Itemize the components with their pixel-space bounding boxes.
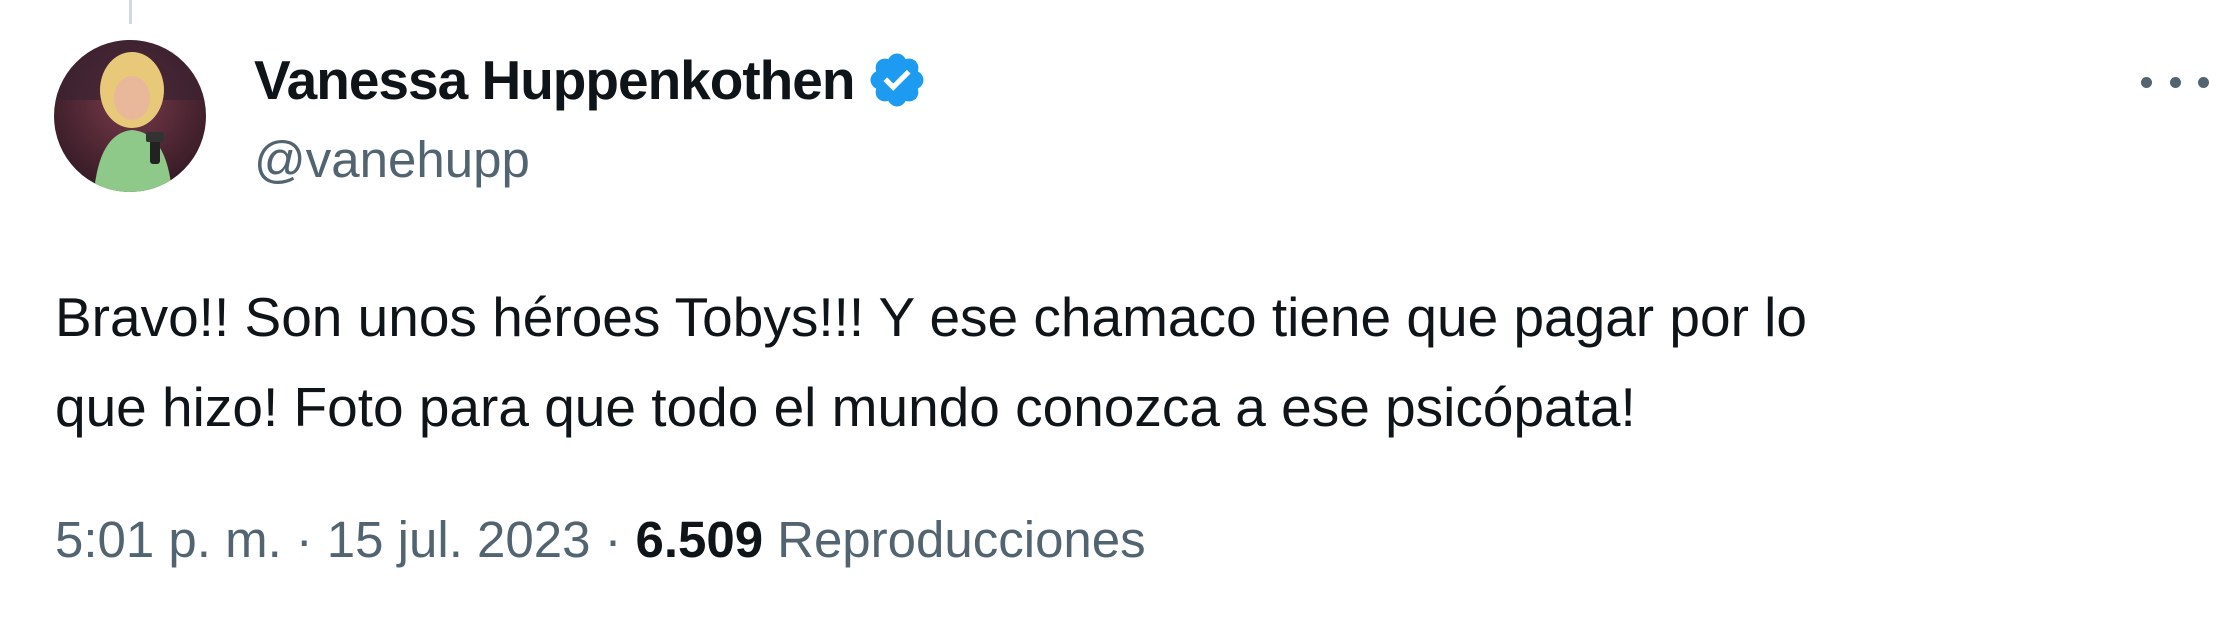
more-dot <box>2141 76 2152 88</box>
meta-separator: · <box>295 511 313 568</box>
views-label: Reproducciones <box>777 511 1146 568</box>
tweet-time[interactable]: 5:01 p. m. <box>55 510 282 569</box>
more-dot <box>2169 76 2181 88</box>
tweet-text: Bravo!! Son unos héroes Tobys!!! Y ese c… <box>55 286 1807 438</box>
tweet-header: Vanessa Huppenkothen @vanehupp <box>254 44 2225 189</box>
tweet-date[interactable]: 15 jul. 2023 <box>327 510 591 569</box>
views-count: 6.509 <box>635 511 764 568</box>
verified-badge-icon <box>866 49 928 111</box>
author-handle[interactable]: @vanehupp <box>254 130 2225 189</box>
more-options-icon[interactable] <box>2141 62 2209 102</box>
avatar[interactable] <box>54 40 206 192</box>
more-dot <box>2198 76 2209 88</box>
thread-connector-line <box>129 0 132 24</box>
avatar-image <box>54 40 206 192</box>
meta-separator: · <box>604 511 622 568</box>
author-name-row: Vanessa Huppenkothen <box>254 44 2225 116</box>
tweet-meta: 5:01 p. m. · 15 jul. 2023 · 6.509 Reprod… <box>55 510 1146 569</box>
author-display-name[interactable]: Vanessa Huppenkothen <box>254 48 855 112</box>
